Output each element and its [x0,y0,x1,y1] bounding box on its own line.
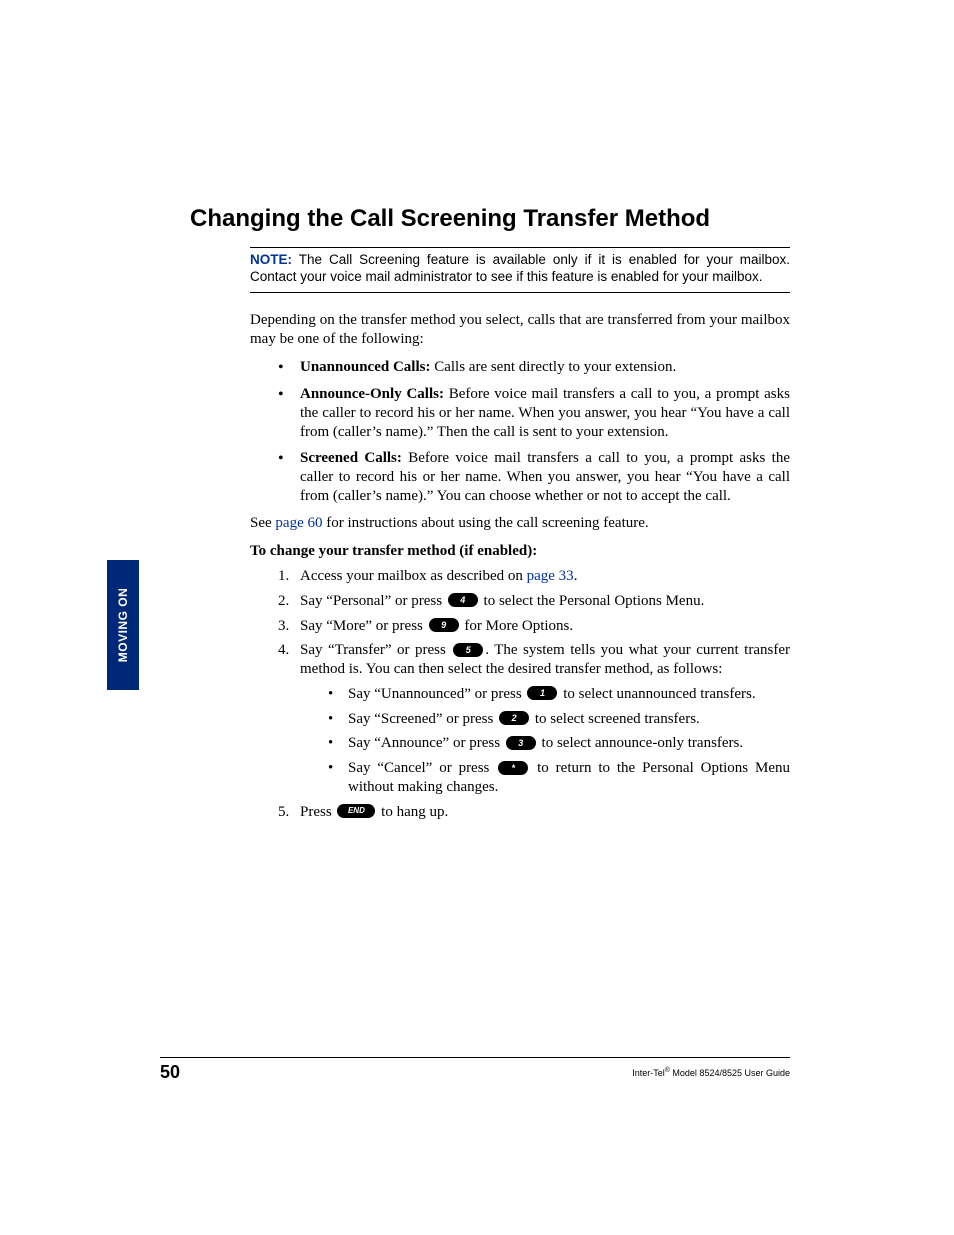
step-item: Say “Transfer” or press 5. The system te… [278,641,790,796]
list-item: Screened Calls: Before voice mail transf… [278,449,790,505]
step-text: for More Options. [461,618,574,634]
list-item: Say “Screened” or press 2 to select scre… [328,710,790,729]
key-9-icon: 9 [429,618,459,632]
step-item: Access your mailbox as described on page… [278,567,790,586]
note-box: NOTE: The Call Screening feature is avai… [250,247,790,293]
substep-text: to select unannounced transfers. [559,686,755,702]
list-item: Say “Unannounced” or press 1 to select u… [328,685,790,704]
key-2-icon: 2 [499,711,529,725]
step-text: Press [300,804,335,820]
note-text: The Call Screening feature is available … [250,252,790,284]
procedure-heading: To change your transfer method (if enabl… [250,542,790,561]
see-post: for instructions about using the call sc… [323,515,649,531]
step-text: Say “Personal” or press [300,593,446,609]
page-number: 50 [160,1062,180,1083]
list-item: Unannounced Calls: Calls are sent direct… [278,358,790,377]
substep-text: to select screened transfers. [531,711,700,727]
step-text: Say “More” or press [300,618,427,634]
procedure-steps: Access your mailbox as described on page… [250,567,790,821]
step-item: Say “More” or press 9 for More Options. [278,617,790,636]
footer-brand: Inter-Tel [632,1068,665,1078]
note-label: NOTE: [250,252,292,267]
step-text: to select the Personal Options Menu. [480,593,705,609]
section-tab: MOVING ON [107,560,139,690]
intro-paragraph: Depending on the transfer method you sel… [250,311,790,349]
list-item: Announce-Only Calls: Before voice mail t… [278,385,790,441]
step-text: Say “Transfer” or press [300,642,451,658]
body-column: NOTE: The Call Screening feature is avai… [250,247,790,821]
page-content: Changing the Call Screening Transfer Met… [190,205,790,827]
key-end-icon: END [337,804,375,818]
transfer-types-list: Unannounced Calls: Calls are sent direct… [250,358,790,505]
step-text: Access your mailbox as described on [300,568,527,584]
step-text: to hang up. [377,804,448,820]
step-text: . [574,568,578,584]
list-item: Say “Announce” or press 3 to select anno… [328,734,790,753]
section-tab-label: MOVING ON [116,588,130,663]
see-pre: See [250,515,275,531]
page-heading: Changing the Call Screening Transfer Met… [190,205,790,233]
key-1-icon: 1 [527,686,557,700]
term: Announce-Only Calls: [300,386,444,402]
substep-text: to select announce-only transfers. [538,735,743,751]
page-link[interactable]: page 33 [527,568,574,584]
key-3-icon: 3 [506,736,536,750]
key-star-icon: * [498,761,528,775]
footer-suffix: Model 8524/8525 User Guide [670,1068,790,1078]
step-item: Press END to hang up. [278,803,790,822]
step-item: Say “Personal” or press 4 to select the … [278,592,790,611]
term: Screened Calls: [300,450,402,466]
key-4-icon: 4 [448,593,478,607]
footer-rule [160,1057,790,1058]
substeps-list: Say “Unannounced” or press 1 to select u… [300,685,790,797]
term: Unannounced Calls: [300,359,430,375]
list-item: Say “Cancel” or press * to return to the… [328,759,790,797]
term-text: Calls are sent directly to your extensio… [430,359,676,375]
substep-text: Say “Unannounced” or press [348,686,525,702]
see-line: See page 60 for instructions about using… [250,514,790,533]
footer-doc-title: Inter-Tel® Model 8524/8525 User Guide [632,1067,790,1078]
substep-text: Say “Screened” or press [348,711,497,727]
key-5-icon: 5 [453,643,483,657]
substep-text: Say “Cancel” or press [348,760,496,776]
page-link[interactable]: page 60 [275,515,322,531]
substep-text: Say “Announce” or press [348,735,504,751]
